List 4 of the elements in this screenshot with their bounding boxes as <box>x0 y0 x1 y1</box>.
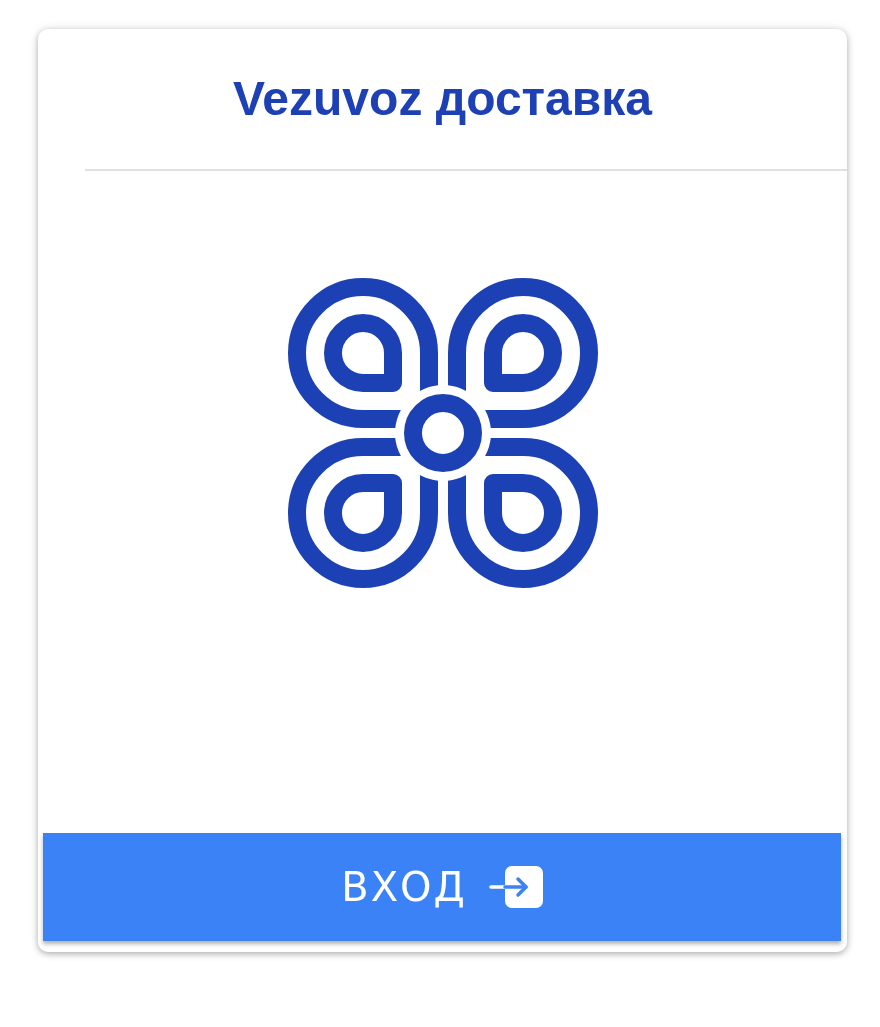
app-title: Vezuvoz доставка <box>233 71 652 128</box>
login-button[interactable]: ВХОД <box>43 833 841 941</box>
enter-arrow-icon <box>488 866 543 908</box>
knot-logo-icon <box>287 278 598 588</box>
